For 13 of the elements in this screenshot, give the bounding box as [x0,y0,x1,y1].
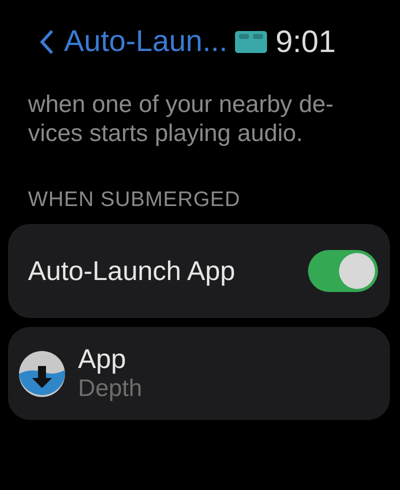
depth-gauge-icon [18,350,66,398]
row-value: Depth [78,375,142,403]
row-label: Auto-Launch App [28,256,236,286]
back-button[interactable]: Auto-Laun... [40,25,228,59]
app-row[interactable]: App Depth [8,327,390,420]
description-text: when one of your nearby de- [28,90,335,119]
toggle-row[interactable]: Auto-Launch App [8,224,390,318]
back-chevron-icon [40,29,54,55]
section-header: WHEN SUBMERGED [28,188,242,212]
description-text: vices starts playing audio. [28,119,304,148]
row-label: App [78,344,128,375]
clock-time: 9:01 [275,24,336,60]
toggle-switch[interactable] [308,250,378,292]
